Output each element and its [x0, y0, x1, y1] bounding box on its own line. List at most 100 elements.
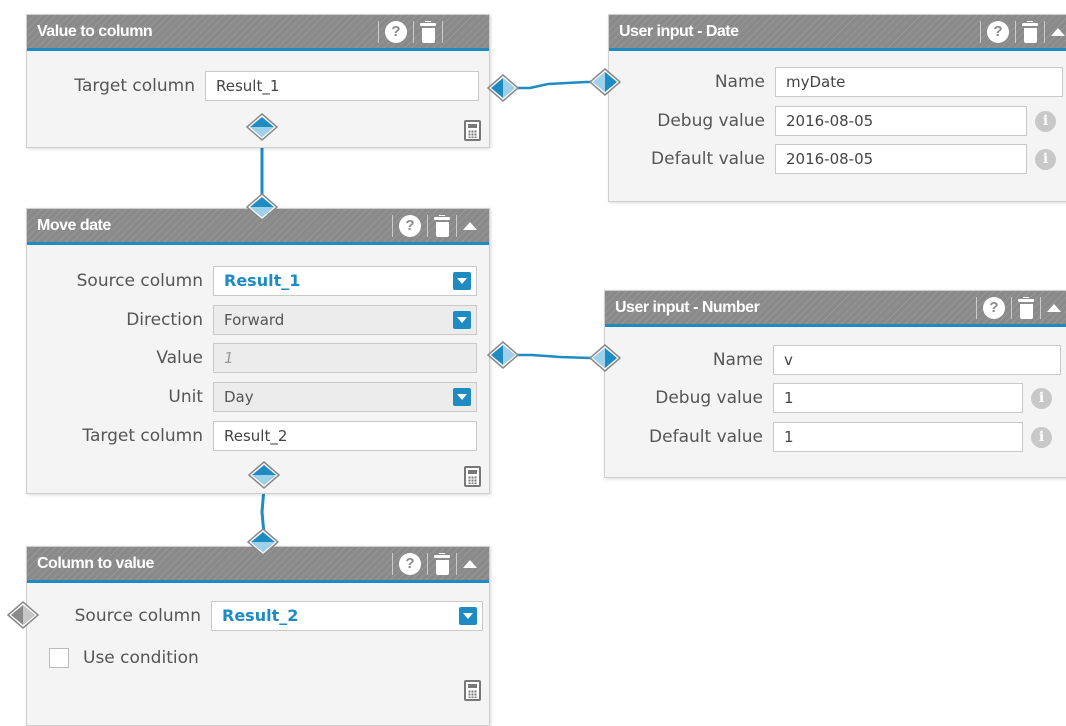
- direction-row: Direction Forward: [27, 305, 477, 335]
- unit-row: Unit Day: [27, 382, 477, 412]
- direction-select[interactable]: Forward: [213, 305, 477, 335]
- info-icon[interactable]: i: [1031, 426, 1052, 448]
- target-column-input[interactable]: Result_1: [205, 71, 479, 101]
- source-column-label: Source column: [74, 606, 201, 626]
- user-input-number-node: User input - Number ? Name v Debug value…: [604, 290, 1066, 478]
- port-output-value-to-column[interactable]: [245, 112, 279, 142]
- name-row: Name v: [605, 345, 1061, 375]
- target-column-input[interactable]: Result_2: [213, 421, 477, 451]
- use-condition-checkbox[interactable]: [49, 648, 69, 668]
- debug-value-row: Debug value 2016-08-05 i: [609, 106, 1056, 136]
- debug-value-label: Debug value: [657, 111, 765, 131]
- unit-label: Unit: [168, 387, 203, 407]
- default-value-row: Default value 1 i: [605, 422, 1052, 452]
- target-column-label: Target column: [82, 426, 203, 446]
- help-icon[interactable]: ?: [385, 20, 407, 43]
- calculator-icon[interactable]: [464, 120, 481, 141]
- trash-icon[interactable]: [1022, 20, 1038, 43]
- direction-value: Forward: [224, 311, 285, 329]
- default-value-input[interactable]: 2016-08-05: [775, 144, 1027, 174]
- node-header: Value to column ?: [27, 15, 489, 51]
- chevron-down-icon[interactable]: [453, 272, 471, 290]
- chevron-down-icon[interactable]: [459, 607, 477, 625]
- trash-icon[interactable]: [434, 552, 450, 575]
- value-label: Value: [156, 348, 203, 368]
- port-output-user-input-date[interactable]: [588, 67, 622, 97]
- port-output-move-date[interactable]: [247, 460, 281, 490]
- separator: [1011, 296, 1012, 319]
- separator: [456, 214, 457, 237]
- info-icon[interactable]: i: [1035, 110, 1056, 132]
- port-output-column-to-value[interactable]: [6, 600, 40, 630]
- default-value-label: Default value: [651, 149, 765, 169]
- source-column-label: Source column: [76, 271, 203, 291]
- header-tools: ?: [372, 15, 449, 48]
- node-title: User input - Number: [615, 298, 760, 316]
- value-input[interactable]: 1: [213, 343, 477, 373]
- value-row: Value 1: [27, 343, 477, 373]
- separator: [427, 214, 428, 237]
- info-icon[interactable]: i: [1031, 387, 1052, 409]
- calculator-icon[interactable]: [464, 680, 481, 701]
- debug-value-input[interactable]: 2016-08-05: [775, 106, 1027, 136]
- chevron-up-icon[interactable]: [463, 559, 477, 568]
- separator: [427, 552, 428, 575]
- node-title: User input - Date: [619, 22, 739, 40]
- node-title: Value to column: [37, 22, 153, 40]
- trash-icon[interactable]: [420, 20, 436, 43]
- debug-value-input[interactable]: 1: [773, 383, 1023, 413]
- target-column-row: Target column Result_1: [27, 71, 479, 101]
- unit-select[interactable]: Day: [213, 382, 477, 412]
- source-column-row: Source column Result_1: [27, 266, 477, 296]
- trash-icon[interactable]: [434, 214, 450, 237]
- unit-value: Day: [224, 388, 254, 406]
- chevron-up-icon[interactable]: [1051, 27, 1065, 36]
- port-param-value-to-column[interactable]: [486, 73, 520, 103]
- user-input-date-node: User input - Date ? Name myDate Debug va…: [608, 14, 1066, 202]
- header-tools: ?: [970, 291, 1063, 324]
- source-column-row: Source column Result_2: [27, 601, 483, 631]
- separator: [1040, 296, 1041, 319]
- separator: [980, 20, 981, 43]
- move-date-node: Move date ? Source column Result_1 Direc…: [26, 208, 490, 494]
- default-value-label: Default value: [649, 427, 763, 447]
- help-icon[interactable]: ?: [399, 552, 421, 575]
- chevron-up-icon[interactable]: [463, 221, 477, 230]
- name-input[interactable]: v: [773, 345, 1061, 375]
- separator: [1015, 20, 1016, 43]
- source-column-select[interactable]: Result_1: [213, 266, 477, 296]
- source-column-select[interactable]: Result_2: [211, 601, 483, 631]
- separator: [378, 20, 379, 43]
- info-icon[interactable]: i: [1035, 148, 1056, 170]
- target-column-label: Target column: [74, 76, 195, 96]
- help-icon[interactable]: ?: [983, 296, 1005, 319]
- help-icon[interactable]: ?: [987, 20, 1009, 43]
- name-input[interactable]: myDate: [775, 67, 1063, 97]
- help-icon[interactable]: ?: [399, 214, 421, 237]
- debug-value-label: Debug value: [655, 388, 763, 408]
- use-condition-row: Use condition: [49, 643, 209, 673]
- node-header: User input - Number ?: [605, 291, 1066, 327]
- calculator-icon[interactable]: [464, 466, 481, 487]
- separator: [392, 552, 393, 575]
- port-input-move-date[interactable]: [245, 192, 279, 222]
- default-value-input[interactable]: 1: [773, 422, 1023, 452]
- name-row: Name myDate: [609, 67, 1063, 97]
- separator: [1044, 20, 1045, 43]
- chevron-up-icon[interactable]: [1047, 303, 1061, 312]
- direction-label: Direction: [126, 310, 203, 330]
- header-tools: ?: [386, 547, 479, 580]
- separator: [456, 552, 457, 575]
- port-param-move-date[interactable]: [486, 340, 520, 370]
- chevron-down-icon[interactable]: [453, 311, 471, 329]
- chevron-down-icon[interactable]: [453, 388, 471, 406]
- port-output-user-input-number[interactable]: [588, 343, 622, 373]
- separator: [413, 20, 414, 43]
- node-title: Move date: [37, 216, 111, 234]
- port-input-column-to-value[interactable]: [246, 527, 280, 557]
- use-condition-label: Use condition: [83, 648, 199, 668]
- column-to-value-node: Column to value ? Source column Result_2…: [26, 546, 490, 726]
- trash-icon[interactable]: [1018, 296, 1034, 319]
- node-title: Column to value: [37, 554, 154, 572]
- node-header: User input - Date ?: [609, 15, 1066, 51]
